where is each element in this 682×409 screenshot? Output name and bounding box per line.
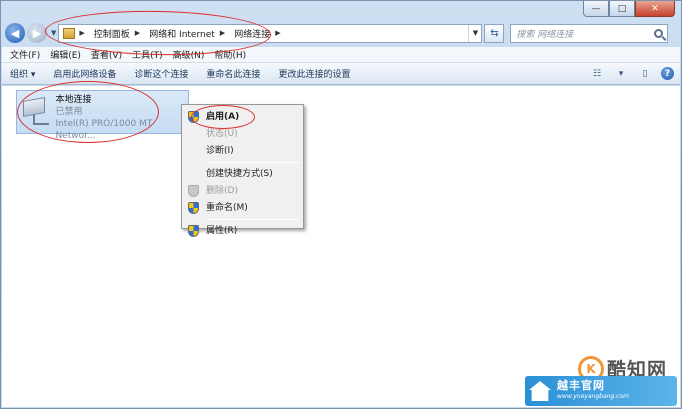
control-panel-icon <box>63 27 76 39</box>
breadcrumb-network-internet[interactable]: 网络和 Internet <box>149 27 215 40</box>
menu-item-status: 状态(U) <box>184 126 301 142</box>
breadcrumb-label: 网络连接 <box>234 29 271 40</box>
menu-bar: 文件(F) 编辑(E) 查看(V) 工具(T) 高级(N) 帮助(H) <box>2 47 680 63</box>
breadcrumb-label: 网络和 Internet <box>149 29 215 40</box>
address-row: ◀ ▶ ▼ ▶ 控制面板 ▶ 网络和 Internet ▶ 网络连接 ▶ ▼ ⇆… <box>5 22 675 44</box>
connection-adapter: Intel(R) PRO/1000 MT Networ... <box>55 119 153 141</box>
arrow-right-icon: ▶ <box>32 26 42 40</box>
explorer-window: — □ ✕ ◀ ▶ ▼ ▶ 控制面板 ▶ 网络和 Internet ▶ 网络连接… <box>0 0 682 409</box>
search-icon[interactable] <box>654 28 664 38</box>
menu-item-properties[interactable]: 属性(R) <box>184 223 301 239</box>
menu-item-create-shortcut[interactable]: 创建快捷方式(S) <box>184 166 301 182</box>
menu-separator <box>206 219 299 220</box>
window-controls: — □ ✕ <box>583 1 675 17</box>
refresh-icon: ⇆ <box>490 27 499 39</box>
view-dropdown-icon[interactable]: ▾ <box>613 67 629 81</box>
address-dropdown-icon[interactable]: ▼ <box>468 24 481 42</box>
change-settings-button[interactable]: 更改此连接的设置 <box>278 67 350 80</box>
connection-text: 本地连接 已禁用 Intel(R) PRO/1000 MT Networ... <box>55 91 188 141</box>
breadcrumb-root-separator[interactable]: ▶ <box>79 29 88 37</box>
forward-button[interactable]: ▶ <box>27 23 47 43</box>
enable-device-button[interactable]: 启用此网络设备 <box>53 67 116 80</box>
help-icon[interactable]: ? <box>661 67 674 80</box>
site-name: 越丰官网 <box>557 379 605 392</box>
preview-pane-icon[interactable]: ▯ <box>637 67 653 81</box>
close-button[interactable]: ✕ <box>635 1 675 17</box>
search-input[interactable]: 搜索 网络连接 <box>510 23 669 43</box>
shield-icon <box>188 111 199 123</box>
refresh-button[interactable]: ⇆ <box>484 23 505 43</box>
menu-separator <box>206 162 299 163</box>
breadcrumb-control-panel[interactable]: 控制面板 <box>94 27 130 40</box>
maximize-button[interactable]: □ <box>609 1 635 17</box>
view-controls: ☷ ▾ ▯ ? <box>581 67 680 81</box>
history-dropdown-icon[interactable]: ▼ <box>51 29 56 37</box>
arrow-left-icon: ◀ <box>10 26 20 40</box>
connection-status: 已禁用 <box>55 107 83 117</box>
rename-button[interactable]: 重命名此连接 <box>206 67 260 80</box>
menu-item-label: 重命名(M) <box>206 203 248 213</box>
view-options-icon[interactable]: ☷ <box>589 67 605 81</box>
menu-item-label: 启用(A) <box>206 112 240 122</box>
shield-icon <box>188 225 199 237</box>
search-placeholder: 搜索 网络连接 <box>516 29 574 40</box>
back-button[interactable]: ◀ <box>5 23 25 43</box>
shield-icon <box>188 185 199 197</box>
breadcrumb-sep-2[interactable]: ▶ <box>220 29 229 37</box>
connection-name: 本地连接 <box>55 95 92 105</box>
menu-item-label: 创建快捷方式(S) <box>206 169 273 179</box>
shield-icon <box>188 202 199 214</box>
connection-item-local[interactable]: 本地连接 已禁用 Intel(R) PRO/1000 MT Networ... <box>16 90 189 141</box>
breadcrumb-sep-3[interactable]: ▶ <box>275 29 284 37</box>
chevron-right-icon: ▶ <box>134 29 141 37</box>
menu-item-enable[interactable]: 启用(A) <box>184 109 301 125</box>
diagnose-button[interactable]: 诊断这个连接 <box>134 67 188 80</box>
menu-tools[interactable]: 工具(T) <box>132 48 163 61</box>
address-bar[interactable]: ▶ 控制面板 ▶ 网络和 Internet ▶ 网络连接 ▶ ▼ <box>58 23 483 43</box>
minimize-button[interactable]: — <box>583 1 609 17</box>
breadcrumb-sep-1[interactable]: ▶ <box>135 29 144 37</box>
menu-edit[interactable]: 编辑(E) <box>50 48 81 61</box>
network-adapter-icon <box>21 97 49 127</box>
menu-item-delete: 删除(D) <box>184 183 301 199</box>
context-menu: 启用(A) 状态(U) 诊断(I) 创建快捷方式(S) 删除(D) 重命名(M)… <box>181 104 304 237</box>
menu-item-rename[interactable]: 重命名(M) <box>184 200 301 216</box>
chevron-right-icon: ▶ <box>275 29 281 37</box>
chevron-right-icon: ▶ <box>79 29 85 37</box>
menu-file[interactable]: 文件(F) <box>10 48 40 61</box>
menu-item-label: 删除(D) <box>206 186 238 196</box>
breadcrumb-network-connections[interactable]: 网络连接 <box>234 27 270 40</box>
house-icon <box>529 381 551 401</box>
menu-item-label: 诊断(I) <box>206 146 234 156</box>
menu-view[interactable]: 查看(V) <box>91 48 122 61</box>
menu-item-label: 状态(U) <box>206 129 238 139</box>
breadcrumb-label: 控制面板 <box>93 29 130 40</box>
command-bar: 组织 ▾ 启用此网络设备 诊断这个连接 重命名此连接 更改此连接的设置 ☷ ▾ … <box>2 63 680 85</box>
chevron-right-icon: ▶ <box>219 29 226 37</box>
menu-item-diagnose[interactable]: 诊断(I) <box>184 143 301 159</box>
site-text: 越丰官网 www.yneyangbang.com <box>557 380 629 402</box>
site-url: www.yneyangbang.com <box>557 393 629 400</box>
adapter-cable <box>33 115 49 125</box>
menu-item-label: 属性(R) <box>206 226 238 236</box>
organize-button[interactable]: 组织 ▾ <box>10 67 35 80</box>
adapter-screen <box>23 97 45 117</box>
menu-advanced[interactable]: 高级(N) <box>173 48 205 61</box>
watermark-site: 越丰官网 www.yneyangbang.com <box>525 376 677 406</box>
menu-help[interactable]: 帮助(H) <box>214 48 246 61</box>
